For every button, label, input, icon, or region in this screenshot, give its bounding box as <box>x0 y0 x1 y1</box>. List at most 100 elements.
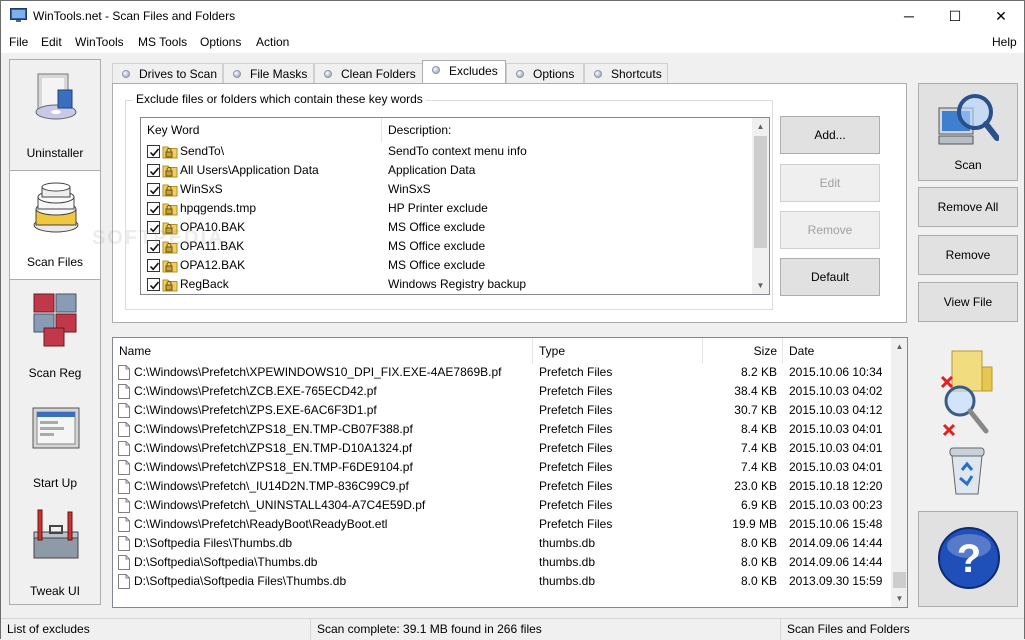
keyword-row[interactable]: OPA11.BAK MS Office exclude <box>141 237 751 256</box>
file-row[interactable]: C:\Windows\Prefetch\ReadyBoot\ReadyBoot.… <box>113 515 891 534</box>
startup-icon <box>32 407 80 449</box>
keyword-checkbox[interactable] <box>147 164 160 177</box>
column-header-date[interactable]: Date <box>789 338 879 364</box>
checkmark-icon <box>149 205 160 214</box>
menu-help[interactable]: Help <box>992 35 1017 49</box>
remove-all-button[interactable]: Remove All <box>918 187 1018 227</box>
menu-mstools[interactable]: MS Tools <box>138 35 187 49</box>
keyword-row[interactable]: WinSxS WinSxS <box>141 180 751 199</box>
recycle-bin-icon[interactable] <box>946 446 988 496</box>
file-row[interactable]: C:\Windows\Prefetch\ZPS.EXE-6AC6F3D1.pf P… <box>113 401 891 420</box>
file-list[interactable]: Name Type Size Date C:\Windows\Prefetch\… <box>112 337 908 608</box>
remove-label: Remove <box>945 248 991 262</box>
sidebar-item-label: Uninstaller <box>26 146 84 160</box>
column-header-size[interactable]: Size <box>705 338 777 364</box>
default-button[interactable]: Default <box>780 258 880 296</box>
scroll-down-icon[interactable]: ▼ <box>752 277 769 294</box>
checkmark-icon <box>149 167 160 176</box>
tab-excludes[interactable]: Excludes <box>422 60 506 83</box>
file-icon <box>118 460 130 475</box>
remove-exclude-button[interactable]: Remove <box>780 211 880 249</box>
help-button[interactable]: ? <box>918 511 1018 607</box>
status-left: List of excludes <box>1 619 311 640</box>
file-type: Prefetch Files <box>539 479 613 493</box>
status-middle: Scan complete: 39.1 MB found in 266 file… <box>311 619 781 640</box>
file-row[interactable]: D:\Softpedia Files\Thumbs.db thumbs.db 8.0… <box>113 534 891 553</box>
file-type: thumbs.db <box>539 536 596 550</box>
sidebar-item-scan-files[interactable]: Scan Files <box>10 170 100 280</box>
keyword-row[interactable]: OPA10.BAK MS Office exclude <box>141 218 751 237</box>
sidebar-item-scan-reg[interactable]: Scan Reg <box>10 280 100 390</box>
file-row[interactable]: C:\Windows\Prefetch\ZPS18_EN.TMP-F6DE910… <box>113 458 891 477</box>
column-header-description[interactable]: Description: <box>382 118 752 142</box>
file-row[interactable]: C:\Windows\Prefetch\_IU14D2N.TMP-836C99C… <box>113 477 891 496</box>
file-name: C:\Windows\Prefetch\_IU14D2N.TMP-836C99C… <box>134 479 409 493</box>
column-header-name[interactable]: Name <box>119 338 531 364</box>
keyword-description: Application Data <box>388 163 476 177</box>
sidebar-item-start-up[interactable]: Start Up <box>10 390 100 500</box>
keyword-row[interactable]: SendTo\ SendTo context menu info <box>141 142 751 161</box>
file-row[interactable]: C:\Windows\Prefetch\_UNINSTALL4304-A7C4E… <box>113 496 891 515</box>
scroll-thumb[interactable] <box>754 136 767 248</box>
status-middle-text: Scan complete: 39.1 MB found in 266 file… <box>317 622 542 636</box>
default-button-label: Default <box>810 270 850 284</box>
file-row[interactable]: D:\Softpedia\Softpedia Files\Thumbs.db th… <box>113 572 891 591</box>
column-header-keyword[interactable]: Key Word <box>141 118 381 142</box>
status-right: Scan Files and Folders <box>781 619 1024 640</box>
keyword-description: SendTo context menu info <box>388 144 527 158</box>
keyword-checkbox[interactable] <box>147 278 160 291</box>
file-row[interactable]: C:\Windows\Prefetch\ZCB.EXE-765ECD42.pf P… <box>113 382 891 401</box>
scan-button[interactable]: Scan <box>918 83 1018 181</box>
scroll-up-icon[interactable]: ▲ <box>891 338 907 355</box>
keyword-checkbox[interactable] <box>147 183 160 196</box>
locked-folder-icon <box>162 260 178 273</box>
add-button[interactable]: Add... <box>780 116 880 154</box>
keyword-scrollbar[interactable]: ▲ ▼ <box>752 118 769 294</box>
app-icon <box>10 8 27 22</box>
title-bar: WinTools.net - Scan Files and Folders ─ … <box>1 1 1024 31</box>
tab-file-masks[interactable]: File Masks <box>223 63 314 83</box>
keyword-checkbox[interactable] <box>147 202 160 215</box>
close-button[interactable]: ✕ <box>978 1 1024 31</box>
tab-clean-folders[interactable]: Clean Folders <box>314 63 423 83</box>
menu-wintools[interactable]: WinTools <box>75 35 124 49</box>
clean-folders-icon[interactable] <box>938 345 996 441</box>
column-header-type[interactable]: Type <box>539 338 699 364</box>
keyword-checkbox[interactable] <box>147 259 160 272</box>
file-icon <box>118 574 130 589</box>
file-row[interactable]: D:\Softpedia\Softpedia\Thumbs.db thumbs.d… <box>113 553 891 572</box>
view-file-button[interactable]: View File <box>918 282 1018 322</box>
scroll-thumb[interactable] <box>893 572 906 588</box>
keyword-row[interactable]: OPA12.BAK MS Office exclude <box>141 256 751 275</box>
keyword-list[interactable]: Key Word Description: SendTo\ SendTo cont… <box>140 117 770 295</box>
keyword-row[interactable]: All Users\Application Data Application Da… <box>141 161 751 180</box>
remove-button[interactable]: Remove <box>918 235 1018 275</box>
column-header-label: Key Word <box>147 123 200 137</box>
file-list-scrollbar[interactable]: ▲ ▼ <box>891 338 907 607</box>
maximize-button[interactable]: ☐ <box>932 1 978 31</box>
sidebar-item-tweak-ui[interactable]: Tweak UI <box>10 498 100 608</box>
file-type: Prefetch Files <box>539 498 613 512</box>
scroll-up-icon[interactable]: ▲ <box>752 118 769 135</box>
sidebar-item-uninstaller[interactable]: Uninstaller <box>10 60 100 170</box>
menu-edit[interactable]: Edit <box>41 35 62 49</box>
file-date: 2015.10.03 04:01 <box>789 460 883 474</box>
menu-file[interactable]: File <box>9 35 28 49</box>
remove-all-label: Remove All <box>937 200 999 214</box>
file-size: 7.4 KB <box>740 460 777 474</box>
tab-shortcuts[interactable]: Shortcuts <box>584 63 668 83</box>
keyword-row[interactable]: hpqgends.tmp HP Printer exclude <box>141 199 751 218</box>
menu-action[interactable]: Action <box>256 35 289 49</box>
menu-options[interactable]: Options <box>200 35 241 49</box>
keyword-checkbox[interactable] <box>147 145 160 158</box>
tab-options[interactable]: Options <box>506 63 584 83</box>
edit-button[interactable]: Edit <box>780 164 880 202</box>
file-row[interactable]: C:\Windows\Prefetch\ZPS18_EN.TMP-D10A132… <box>113 439 891 458</box>
file-name: C:\Windows\Prefetch\_UNINSTALL4304-A7C4E… <box>134 498 426 512</box>
tab-drives-to-scan[interactable]: Drives to Scan <box>112 63 223 83</box>
scroll-down-icon[interactable]: ▼ <box>891 590 907 607</box>
file-row[interactable]: C:\Windows\Prefetch\XPEWINDOWS10_DPI_FIX… <box>113 363 891 382</box>
keyword-row[interactable]: RegBack Windows Registry backup <box>141 275 751 294</box>
minimize-button[interactable]: ─ <box>886 1 932 31</box>
file-row[interactable]: C:\Windows\Prefetch\ZPS18_EN.TMP-CB07F38… <box>113 420 891 439</box>
